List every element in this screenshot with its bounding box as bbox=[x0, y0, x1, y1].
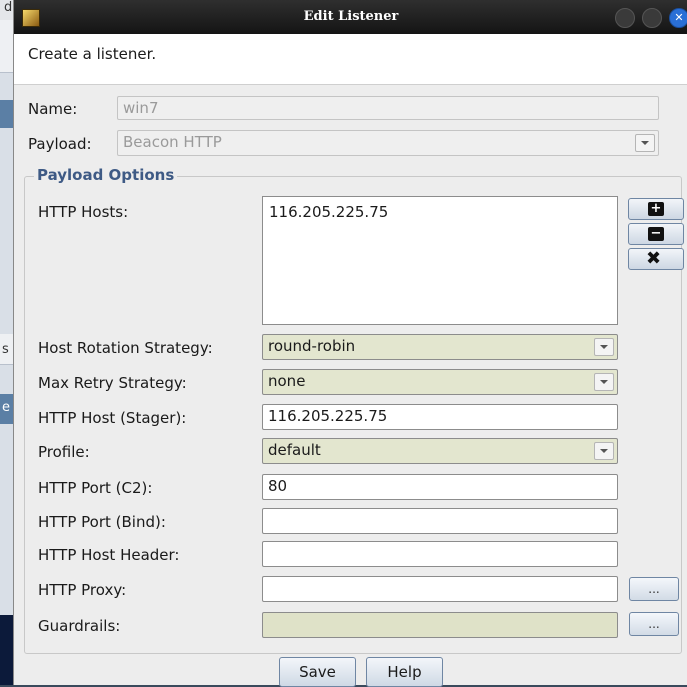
port-bind-label: HTTP Port (Bind): bbox=[38, 513, 166, 531]
max-retry-select[interactable]: none bbox=[262, 369, 618, 395]
edit-listener-dialog: Edit Listener ✕ Create a listener. Name:… bbox=[13, 0, 687, 687]
proxy-browse-button[interactable]: ... bbox=[629, 577, 679, 601]
chevron-down-icon[interactable] bbox=[594, 442, 614, 460]
host-rotation-select[interactable]: round-robin bbox=[262, 334, 618, 360]
payload-select: Beacon HTTP bbox=[117, 130, 659, 156]
guardrails-label: Guardrails: bbox=[38, 617, 121, 635]
add-host-button[interactable]: + bbox=[628, 198, 684, 220]
close-icon[interactable]: ✕ bbox=[669, 8, 687, 28]
max-retry-label: Max Retry Strategy: bbox=[38, 374, 187, 392]
background-tab-fragment: s bbox=[2, 342, 9, 357]
add-icon: + bbox=[648, 202, 664, 216]
host-rotation-value: round-robin bbox=[268, 337, 356, 355]
host-header-label: HTTP Host Header: bbox=[38, 546, 180, 564]
guardrails-browse-button[interactable]: ... bbox=[629, 612, 679, 636]
host-header-input[interactable] bbox=[262, 541, 618, 567]
profile-select[interactable]: default bbox=[262, 438, 618, 464]
max-retry-value: none bbox=[268, 372, 306, 390]
http-hosts-list[interactable]: 116.205.225.75 bbox=[262, 196, 618, 325]
help-button[interactable]: Help bbox=[366, 657, 443, 687]
background-cell-fragment: e bbox=[2, 400, 10, 415]
remove-icon: − bbox=[648, 227, 664, 241]
payload-label: Payload: bbox=[28, 135, 92, 153]
http-hosts-label: HTTP Hosts: bbox=[38, 203, 129, 221]
profile-value: default bbox=[268, 441, 321, 459]
payload-value: Beacon HTTP bbox=[123, 133, 222, 151]
dialog-description: Create a listener. bbox=[28, 45, 157, 63]
stager-host-label: HTTP Host (Stager): bbox=[38, 409, 187, 427]
clear-icon: ✖ bbox=[646, 248, 662, 269]
name-field: win7 bbox=[117, 96, 659, 120]
port-c2-input[interactable]: 80 bbox=[262, 474, 618, 500]
list-item[interactable]: 116.205.225.75 bbox=[269, 203, 611, 221]
remove-host-button[interactable]: − bbox=[628, 223, 684, 245]
port-bind-input[interactable] bbox=[262, 508, 618, 534]
dialog-header: Create a listener. bbox=[14, 34, 687, 85]
dialog-title: Edit Listener bbox=[303, 9, 399, 24]
clear-hosts-button[interactable]: ✖ bbox=[628, 248, 684, 270]
title-bar[interactable]: Edit Listener ✕ bbox=[14, 0, 687, 34]
proxy-label: HTTP Proxy: bbox=[38, 581, 127, 599]
minimize-icon[interactable] bbox=[615, 8, 635, 28]
proxy-input[interactable] bbox=[262, 576, 618, 602]
name-label: Name: bbox=[28, 100, 78, 118]
chevron-down-icon[interactable] bbox=[594, 338, 614, 356]
guardrails-input[interactable] bbox=[262, 612, 618, 638]
background-menu-fragment: d bbox=[4, 0, 13, 15]
chevron-down-icon bbox=[635, 134, 655, 152]
save-button[interactable]: Save bbox=[279, 657, 356, 687]
stager-host-input[interactable]: 116.205.225.75 bbox=[262, 404, 618, 430]
chevron-down-icon[interactable] bbox=[594, 373, 614, 391]
payload-options-title: Payload Options bbox=[34, 166, 178, 184]
port-c2-label: HTTP Port (C2): bbox=[38, 479, 153, 497]
maximize-icon[interactable] bbox=[642, 8, 662, 28]
profile-label: Profile: bbox=[38, 443, 90, 461]
host-rotation-label: Host Rotation Strategy: bbox=[38, 339, 213, 357]
